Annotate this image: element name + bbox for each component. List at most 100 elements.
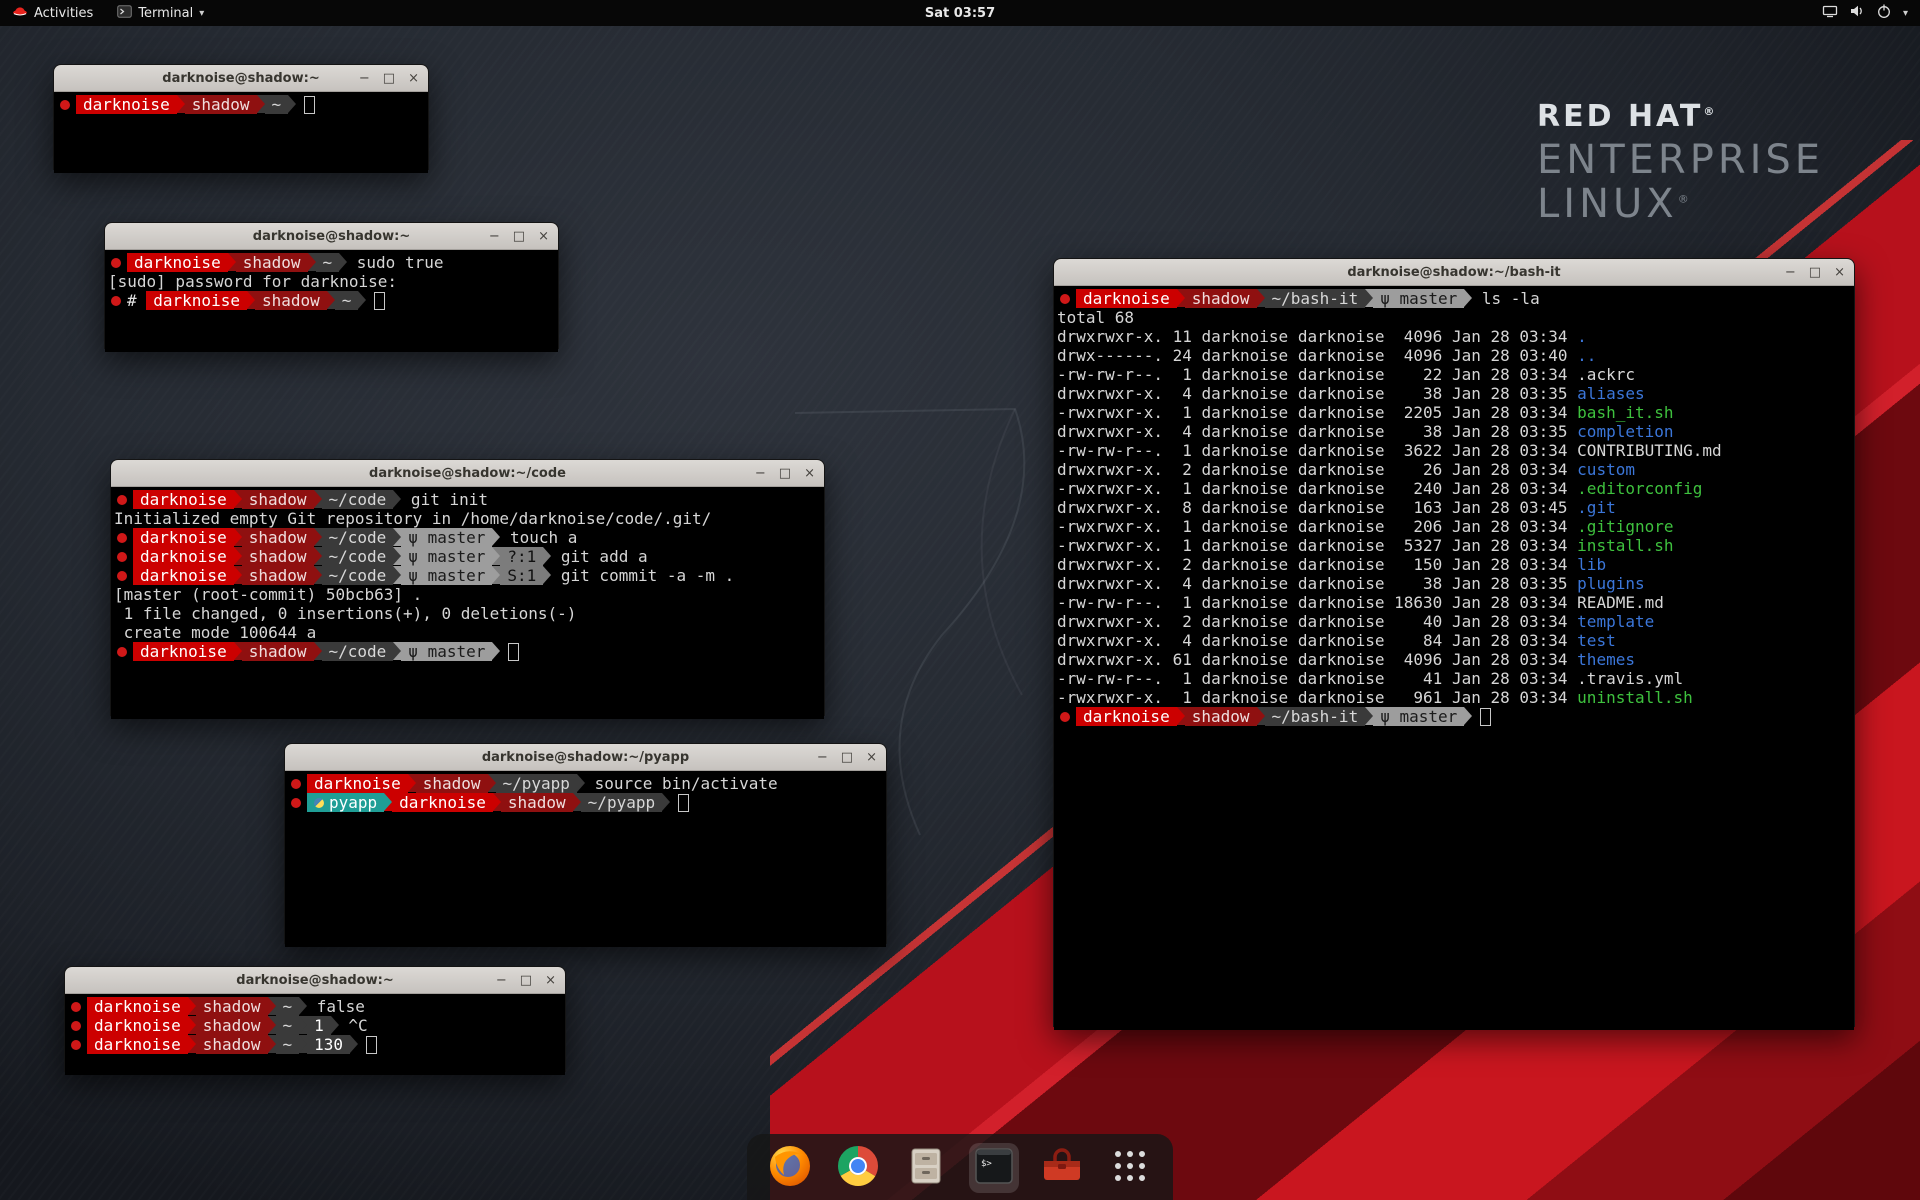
terminal-prompt-line: pyappdarknoiseshadow~/pyapp	[288, 793, 886, 812]
dock: $>	[747, 1134, 1173, 1200]
activities-button[interactable]: Activities	[0, 0, 105, 26]
dock-item-chrome[interactable]	[833, 1143, 883, 1193]
powerline-separator-icon	[299, 1035, 307, 1053]
dock-item-toolbox[interactable]	[1037, 1143, 1087, 1193]
display-icon[interactable]	[1822, 3, 1838, 23]
terminal-window: darknoise@shadow:~/code − □ × darknoises…	[110, 459, 825, 716]
window-titlebar[interactable]: darknoise@shadow:~ − □ ×	[65, 967, 565, 994]
powerline-separator-icon	[314, 547, 322, 565]
terminal-prompt-line: darknoiseshadow~/bash-itψ master ls -la	[1057, 289, 1854, 308]
output-text: drwxrwxr-x. 4 darknoise darknoise 38 Jan…	[1057, 422, 1577, 441]
powerline-separator-icon	[257, 95, 265, 113]
directory-name: aliases	[1577, 384, 1644, 403]
system-tray[interactable]: ▾	[1810, 0, 1920, 26]
rhel-brand-line: RED HAT®	[1537, 102, 1824, 132]
toolbox-icon	[1040, 1144, 1084, 1192]
maximize-button[interactable]: □	[1809, 265, 1821, 280]
prompt-segment-host: shadow	[242, 547, 314, 566]
maximize-button[interactable]: □	[841, 750, 853, 765]
dock-item-firefox[interactable]	[765, 1143, 815, 1193]
window-titlebar[interactable]: darknoise@shadow:~/code − □ ×	[111, 460, 824, 487]
prompt-segment-path: ~	[276, 1016, 300, 1035]
python-icon	[314, 798, 324, 808]
output-text: [sudo] password for darknoise:	[108, 272, 397, 291]
close-button[interactable]: ×	[545, 973, 556, 988]
dock-item-app-grid[interactable]	[1105, 1143, 1155, 1193]
terminal-window: darknoise@shadow:~ − □ × darknoiseshadow…	[64, 966, 566, 1072]
minimize-button[interactable]: −	[817, 750, 828, 765]
output-text: drwxrwxr-x. 2 darknoise darknoise 26 Jan…	[1057, 460, 1577, 479]
dock-item-terminal[interactable]: $>	[969, 1143, 1019, 1193]
prompt-segment-user: darknoise	[133, 547, 234, 566]
rhel-watermark: RED HAT® ENTERPRISE LINUX®	[1537, 102, 1824, 224]
git-branch-icon: ψ	[408, 547, 427, 566]
window-titlebar[interactable]: darknoise@shadow:~/bash-it − □ ×	[1054, 259, 1854, 286]
minimize-button[interactable]: −	[1785, 265, 1796, 280]
output-text: total 68	[1057, 308, 1134, 327]
volume-icon[interactable]	[1849, 3, 1865, 23]
terminal-content[interactable]: darknoiseshadow~	[54, 92, 428, 173]
maximize-button[interactable]: □	[520, 973, 532, 988]
powerline-separator-icon	[1365, 289, 1373, 307]
close-button[interactable]: ×	[866, 750, 877, 765]
output-text: drwxrwxr-x. 2 darknoise darknoise 150 Ja…	[1057, 555, 1577, 574]
redhat-prompt-icon	[71, 1002, 81, 1012]
terminal-output-line: -rwxrwxr-x. 1 darknoise darknoise 5327 J…	[1057, 536, 1854, 555]
terminal-app-icon: $>	[972, 1144, 1016, 1192]
window-title: darknoise@shadow:~/code	[369, 466, 566, 481]
command-text: git commit -a -m .	[551, 566, 734, 585]
powerline-separator-icon	[188, 1035, 196, 1053]
minimize-button[interactable]: −	[489, 229, 500, 244]
maximize-button[interactable]: □	[513, 229, 525, 244]
terminal-output-line: -rw-rw-r--. 1 darknoise darknoise 3622 J…	[1057, 441, 1854, 460]
powerline-separator-icon	[573, 793, 581, 811]
terminal-content[interactable]: darknoiseshadow~/bash-itψ master ls -lat…	[1054, 286, 1854, 1030]
directory-name: ..	[1577, 346, 1596, 365]
terminal-output-line: drwxrwxr-x. 61 darknoise darknoise 4096 …	[1057, 650, 1854, 669]
prompt-segment-branch: ψ master	[401, 528, 492, 547]
close-button[interactable]: ×	[804, 466, 815, 481]
terminal-content[interactable]: darknoiseshadow~/pyapp source bin/activa…	[285, 771, 886, 947]
power-icon[interactable]	[1876, 3, 1892, 23]
clock[interactable]: Sat 03:57	[925, 6, 995, 21]
minimize-button[interactable]: −	[496, 973, 507, 988]
powerline-separator-icon	[488, 774, 496, 792]
prompt-segment-host: shadow	[242, 642, 314, 661]
window-titlebar[interactable]: darknoise@shadow:~/pyapp − □ ×	[285, 744, 886, 771]
terminal-output-line: -rw-rw-r--. 1 darknoise darknoise 41 Jan…	[1057, 669, 1854, 688]
terminal-output-line: drwxrwxr-x. 2 darknoise darknoise 26 Jan…	[1057, 460, 1854, 479]
dock-item-files[interactable]	[901, 1143, 951, 1193]
powerline-separator-icon	[543, 566, 551, 584]
window-titlebar[interactable]: darknoise@shadow:~ − □ ×	[54, 65, 428, 92]
chevron-down-icon[interactable]: ▾	[1903, 8, 1908, 19]
command-text: source bin/activate	[585, 774, 778, 793]
maximize-button[interactable]: □	[779, 466, 791, 481]
terminal-output-line: [master (root-commit) 50bcb63] .	[114, 585, 824, 604]
prompt-segment-path: ~/code	[322, 566, 394, 585]
close-button[interactable]: ×	[1834, 265, 1845, 280]
powerline-separator-icon	[350, 1035, 358, 1053]
powerline-separator-icon	[1177, 289, 1185, 307]
window-titlebar[interactable]: darknoise@shadow:~ − □ ×	[105, 223, 558, 250]
minimize-button[interactable]: −	[359, 71, 370, 86]
output-text: drwxrwxr-x. 8 darknoise darknoise 163 Ja…	[1057, 498, 1577, 517]
maximize-button[interactable]: □	[383, 71, 395, 86]
prompt-segment-path: ~/code	[322, 642, 394, 661]
powerline-separator-icon	[288, 95, 296, 113]
close-button[interactable]: ×	[538, 229, 549, 244]
terminal-content[interactable]: darknoiseshadow~ falsedarknoiseshadow~1 …	[65, 994, 565, 1075]
command-text: false	[307, 997, 365, 1016]
terminal-content[interactable]: darknoiseshadow~ sudo true[sudo] passwor…	[105, 250, 558, 352]
minimize-button[interactable]: −	[755, 466, 766, 481]
terminal-content[interactable]: darknoiseshadow~/code git initInitialize…	[111, 487, 824, 719]
terminal-prompt-line: darknoiseshadow~/code git init	[114, 490, 824, 509]
app-menu-terminal[interactable]: Terminal ▾	[105, 0, 216, 26]
powerline-separator-icon	[1257, 289, 1265, 307]
powerline-separator-icon	[492, 566, 500, 584]
executable-name: bash_it.sh	[1577, 403, 1673, 422]
close-button[interactable]: ×	[408, 71, 419, 86]
command-text: sudo true	[347, 253, 443, 272]
terminal-window: darknoise@shadow:~/pyapp − □ × darknoise…	[284, 743, 887, 944]
redhat-prompt-icon	[111, 258, 121, 268]
prompt-segment-path: ~/code	[322, 547, 394, 566]
